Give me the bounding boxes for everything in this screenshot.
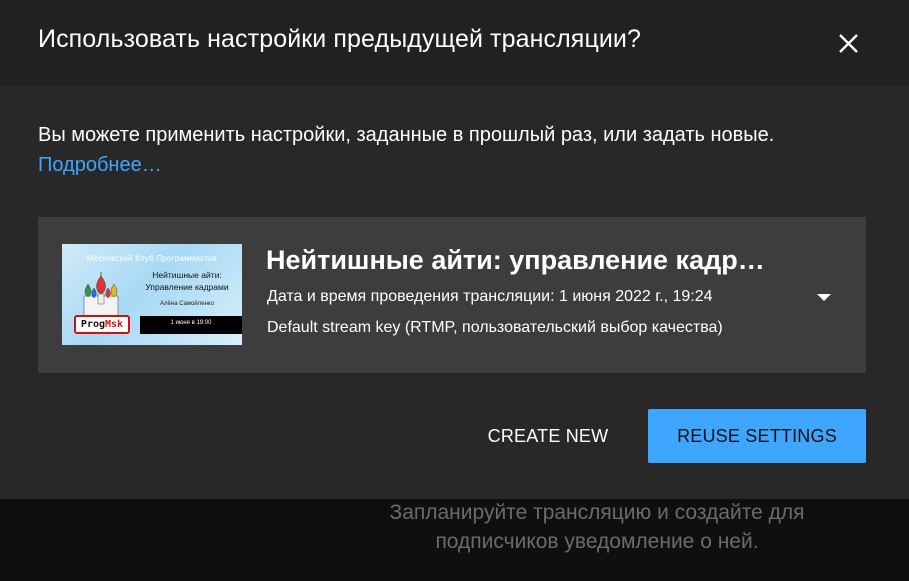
chevron-down-icon [817,294,831,301]
expand-details-button[interactable] [810,283,838,311]
logo-prog-text: Prog [80,319,106,330]
thumbnail-author: Алёна Самойленко [160,301,214,307]
create-new-button[interactable]: CREATE NEW [466,409,630,463]
dialog-description: Вы можете применить настройки, заданные … [38,120,868,180]
close-button[interactable] [830,26,866,62]
reuse-settings-button[interactable]: REUSE SETTINGS [648,409,866,463]
logo-msk-text: Msk [105,319,124,330]
progmsk-logo: ProgMsk [74,315,130,334]
stream-date: Дата и время проведения трансляции: 1 ию… [267,288,713,305]
cathedral-icon [83,272,119,316]
backdrop-text: Запланируйте трансляцию и создайте для п… [389,501,805,553]
description-text: Вы можете применить настройки, заданные … [38,124,775,146]
stream-key: Default stream key (RTMP, пользовательск… [267,319,723,336]
thumbnail-title-line1: Нейтишные айти: [152,270,222,280]
previous-stream-card[interactable]: Московский Клуб Программистов Нейтишные … [38,217,866,373]
thumbnail-club-text: Московский Клуб Программистов [86,254,218,263]
dialog-header: Использовать настройки предыдущей трансл… [0,0,909,86]
stream-thumbnail: Московский Клуб Программистов Нейтишные … [62,244,242,345]
thumbnail-date: 1 июня в 19:00 [170,320,212,326]
dialog-title: Использовать настройки предыдущей трансл… [38,25,641,53]
close-icon [839,34,858,53]
reuse-settings-dialog: Использовать настройки предыдущей трансл… [0,0,909,499]
thumbnail-title-line2: Управление кадрами [145,282,229,292]
thumbnail-title: Нейтишные айти: Управление кадрами [132,269,242,293]
stream-title: Нейтишные айти: управление кадрами [266,245,776,275]
learn-more-link[interactable]: Подробнее… [38,154,162,176]
